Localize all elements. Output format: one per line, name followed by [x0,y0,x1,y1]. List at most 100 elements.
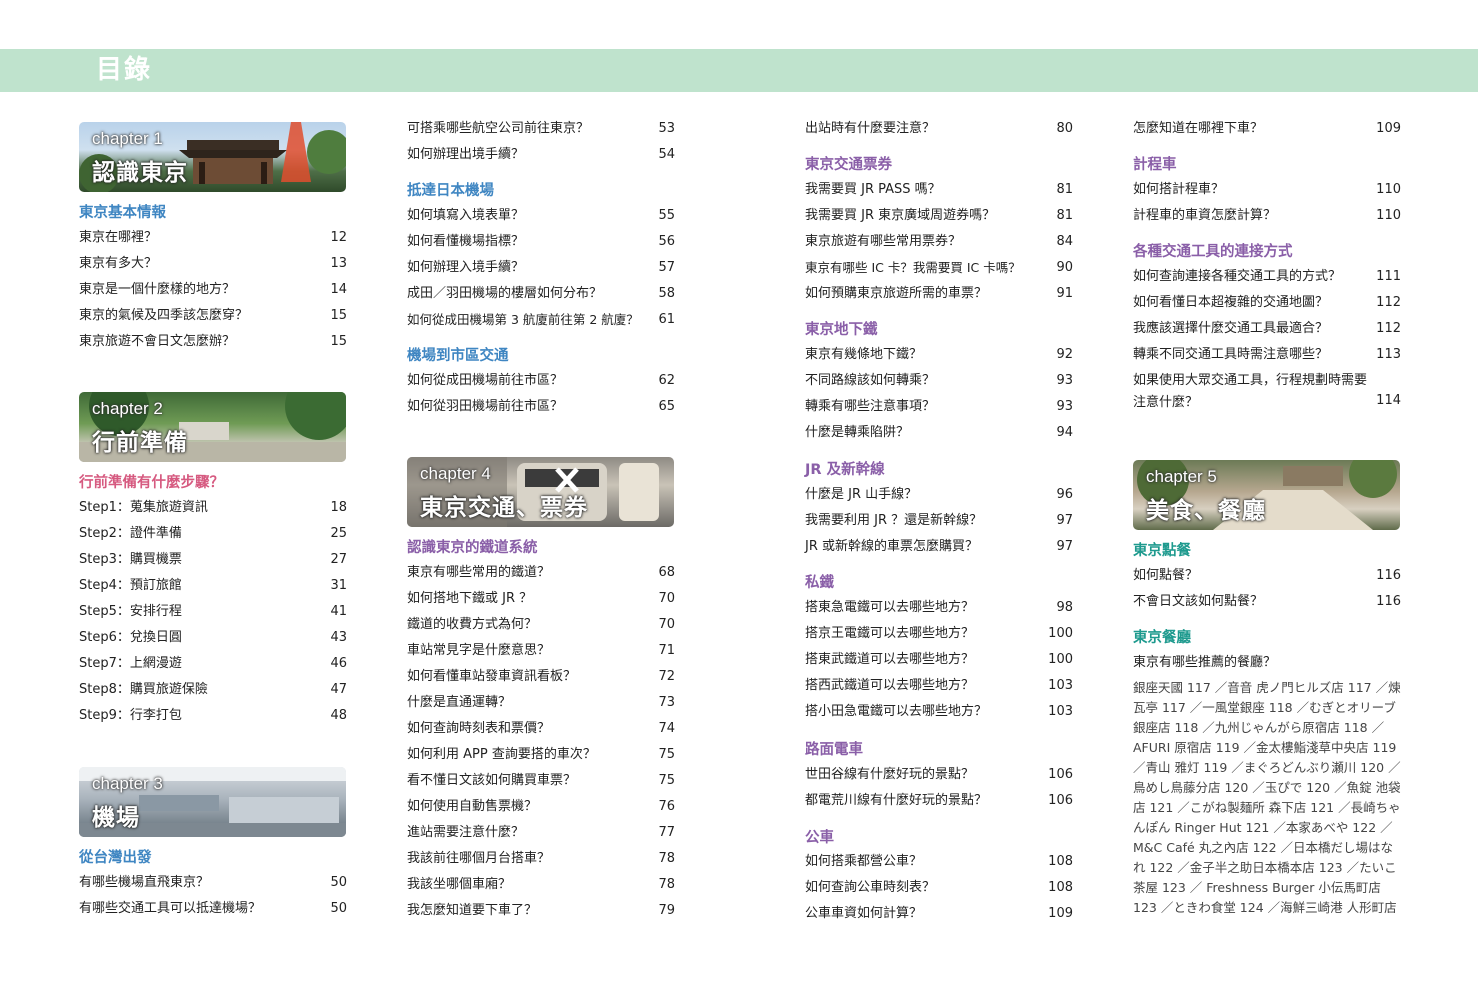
toc-entry[interactable]: 怎麼知道在哪裡下車？ 109 [1133,120,1401,138]
toc-entry[interactable]: 如何查詢連接各種交通工具的方式？ 111 [1133,268,1401,286]
toc-entry[interactable]: 我需要買 JR 東京廣域周遊券嗎？ 81 [805,207,1073,225]
chapter-5-banner[interactable]: chapter 5 美食、餐廳 [1133,460,1400,530]
entry-text: Step9：行李打包 [79,708,182,723]
toc-entry[interactable]: 不同路線該如何轉乘？ 93 [805,372,1073,390]
chapter-title: 美食、餐廳 [1146,498,1266,524]
page-number: 100 [1048,626,1073,641]
toc-entry[interactable]: 如果使用大眾交通工具，行程規劃時需要注意什麼？ 114 [1133,370,1401,414]
entry-text: 不會日文該如何點餐？ [1133,594,1264,609]
toc-entry[interactable]: 搭京王電鐵可以去哪些地方？ 100 [805,625,1073,643]
toc-entry[interactable]: 都電荒川線有什麼好玩的景點？ 106 [805,792,1073,810]
toc-column-4: 怎麼知道在哪裡下車？ 109 計程車 如何搭計程車？ 110 計程車的車資怎麼計算？… [1133,0,1401,1000]
chapter-2-banner[interactable]: chapter 2 行前準備 [79,392,346,462]
toc-entry[interactable]: 如何看懂機場指標？ 56 [407,233,675,251]
toc-entry[interactable]: 有哪些交通工具可以抵達機場？ 50 [79,900,347,918]
chapter-4-banner[interactable]: chapter 4 東京交通、票券 [407,457,674,527]
toc-entry[interactable]: 如何辦理出境手續？ 54 [407,146,675,164]
toc-entry[interactable]: 轉乘有哪些注意事項？ 93 [805,398,1073,416]
toc-entry[interactable]: 什麼是轉乘陷阱？ 94 [805,424,1073,442]
toc-entry[interactable]: JR 或新幹線的車票怎麼購買？ 97 [805,538,1073,556]
toc-entry[interactable]: 成田／羽田機場的樓層如何分布？ 58 [407,285,675,303]
toc-entry[interactable]: Step3：購買機票 27 [79,551,347,569]
toc-entry[interactable]: Step1：蒐集旅遊資訊 18 [79,499,347,517]
toc-entry[interactable]: 我怎麼知道要下車了？ 79 [407,902,675,920]
toc-entry[interactable]: 東京的氣候及四季該怎麼穿？ 15 [79,307,347,325]
toc-entry[interactable]: 鐵道的收費方式為何？ 70 [407,616,675,634]
toc-entry[interactable]: 什麼是 JR 山手線？ 96 [805,486,1073,504]
toc-entry[interactable]: Step6：兌換日圓 43 [79,629,347,647]
toc-entry[interactable]: 我應該選擇什麼交通工具最適合？ 112 [1133,320,1401,338]
toc-entry[interactable]: 東京有哪些推薦的餐廳？ [1133,654,1401,672]
entry-text: 公車車資如何計算？ [805,906,923,921]
toc-entry[interactable]: Step9：行李打包 48 [79,707,347,725]
toc-entry[interactable]: 東京在哪裡？ 12 [79,229,347,247]
toc-entry[interactable]: 如何從成田機場前往市區？ 62 [407,372,675,390]
toc-entry[interactable]: 搭小田急電鐵可以去哪些地方？ 103 [805,703,1073,721]
toc-entry[interactable]: 公車車資如何計算？ 109 [805,905,1073,923]
toc-entry[interactable]: 如何使用自動售票機？ 76 [407,798,675,816]
toc-entry[interactable]: 出站時有什麼要注意？ 80 [805,120,1073,138]
toc-entry[interactable]: 我該坐哪個車廂？ 78 [407,876,675,894]
toc-entry[interactable]: 如何搭計程車？ 110 [1133,181,1401,199]
restaurant-list: 銀座天國 117 ／音音 虎ノ門ヒルズ店 117 ／煉瓦亭 117 ／一風堂銀座… [1133,680,1401,915]
toc-entry[interactable]: 我需要利用 JR ？還是新幹線？ 97 [805,512,1073,530]
entry-text: 我需要買 JR 東京廣域周遊券嗎？ [805,208,996,223]
toc-entry[interactable]: 我該前往哪個月台搭車？ 78 [407,850,675,868]
entry-text: 我該坐哪個車廂？ [407,877,512,892]
toc-entry[interactable]: 搭東急電鐵可以去哪些地方？ 98 [805,599,1073,617]
page-number: 108 [1048,880,1073,895]
toc-entry[interactable]: 如何查詢公車時刻表？ 108 [805,879,1073,897]
page-number: 108 [1048,854,1073,869]
toc-entry[interactable]: 搭東武鐵道可以去哪些地方？ 100 [805,651,1073,669]
toc-entry[interactable]: 如何從羽田機場前往市區？ 65 [407,398,675,416]
toc-entry[interactable]: 如何填寫入境表單？ 55 [407,207,675,225]
toc-entry[interactable]: 如何預購東京旅遊所需的車票？ 91 [805,285,1073,303]
entry-text: 搭小田急電鐵可以去哪些地方？ [805,704,988,719]
toc-entry[interactable]: 看不懂日文該如何購買車票？ 75 [407,772,675,790]
entry-text: 世田谷線有什麼好玩的景點？ [805,767,975,782]
toc-entry[interactable]: 如何搭地下鐵或 JR ？ 70 [407,590,675,608]
chapter-1-banner[interactable]: chapter 1 認識東京 [79,122,346,192]
toc-entry[interactable]: Step5：安排行程 41 [79,603,347,621]
toc-entry[interactable]: 如何利用 APP 查詢要搭的車次？ 75 [407,746,675,764]
toc-entry[interactable]: 如何點餐？ 116 [1133,567,1401,585]
toc-entry[interactable]: 車站常見字是什麼意思？ 71 [407,642,675,660]
toc-entry[interactable]: 可搭乘哪些航空公司前往東京？ 53 [407,120,675,138]
chapter-3-banner[interactable]: chapter 3 機場 [79,767,346,837]
toc-entry[interactable]: Step4：預訂旅館 31 [79,577,347,595]
toc-entry[interactable]: 如何看懂車站發車資訊看板？ 72 [407,668,675,686]
toc-entry[interactable]: Step8：購買旅遊保險 47 [79,681,347,699]
entry-text: 東京有多大？ [79,256,158,271]
toc-entry[interactable]: 東京有多大？ 13 [79,255,347,273]
toc-entry[interactable]: 什麼是直通運轉？ 73 [407,694,675,712]
entry-text: 東京旅遊有哪些常用票券？ [805,234,962,249]
toc-entry[interactable]: 東京旅遊有哪些常用票券？ 84 [805,233,1073,251]
chapter-label: chapter 3 [92,774,163,793]
toc-entry[interactable]: 如何查詢時刻表和票價？ 74 [407,720,675,738]
toc-entry[interactable]: 計程車的車資怎麼計算？ 110 [1133,207,1401,225]
toc-entry[interactable]: 如何從成田機場第 3 航廈前往第 2 航廈？ 61 [407,311,675,329]
toc-entry[interactable]: Step7：上網漫遊 46 [79,655,347,673]
toc-column-3: 出站時有什麼要注意？ 80 東京交通票券 我需要買 JR PASS 嗎？ 81 我需… [805,0,1073,1000]
page-number: 43 [330,630,347,645]
toc-entry[interactable]: Step2：證件準備 25 [79,525,347,543]
toc-entry[interactable]: 如何看懂日本超複雜的交通地圖？ 112 [1133,294,1401,312]
toc-entry[interactable]: 有哪些機場直飛東京？ 50 [79,874,347,892]
toc-entry[interactable]: 東京是一個什麼樣的地方？ 14 [79,281,347,299]
toc-entry[interactable]: 轉乘不同交通工具時需注意哪些？ 113 [1133,346,1401,364]
entry-text: 看不懂日文該如何購買車票？ [407,773,577,788]
toc-entry[interactable]: 搭西武鐵道可以去哪些地方？ 103 [805,677,1073,695]
toc-entry[interactable]: 如何搭乘都營公車？ 108 [805,853,1073,871]
toc-entry[interactable]: 進站需要注意什麼？ 77 [407,824,675,842]
toc-entry[interactable]: 不會日文該如何點餐？ 116 [1133,593,1401,611]
entry-text: 如何從成田機場前往市區？ [407,373,564,388]
entry-text: 什麼是 JR 山手線？ [805,487,918,502]
toc-entry[interactable]: 東京有哪些常用的鐵道？ 68 [407,564,675,582]
toc-entry[interactable]: 東京有哪些 IC 卡？我需要買 IC 卡嗎？ 90 [805,259,1073,277]
toc-entry[interactable]: 東京旅遊不會日文怎麼辦？ 15 [79,333,347,351]
toc-entry[interactable]: 我需要買 JR PASS 嗎？ 81 [805,181,1073,199]
toc-entry[interactable]: 如何辦理入境手續？ 57 [407,259,675,277]
page-number: 97 [1056,539,1073,554]
toc-entry[interactable]: 東京有幾條地下鐵？ 92 [805,346,1073,364]
toc-entry[interactable]: 世田谷線有什麼好玩的景點？ 106 [805,766,1073,784]
